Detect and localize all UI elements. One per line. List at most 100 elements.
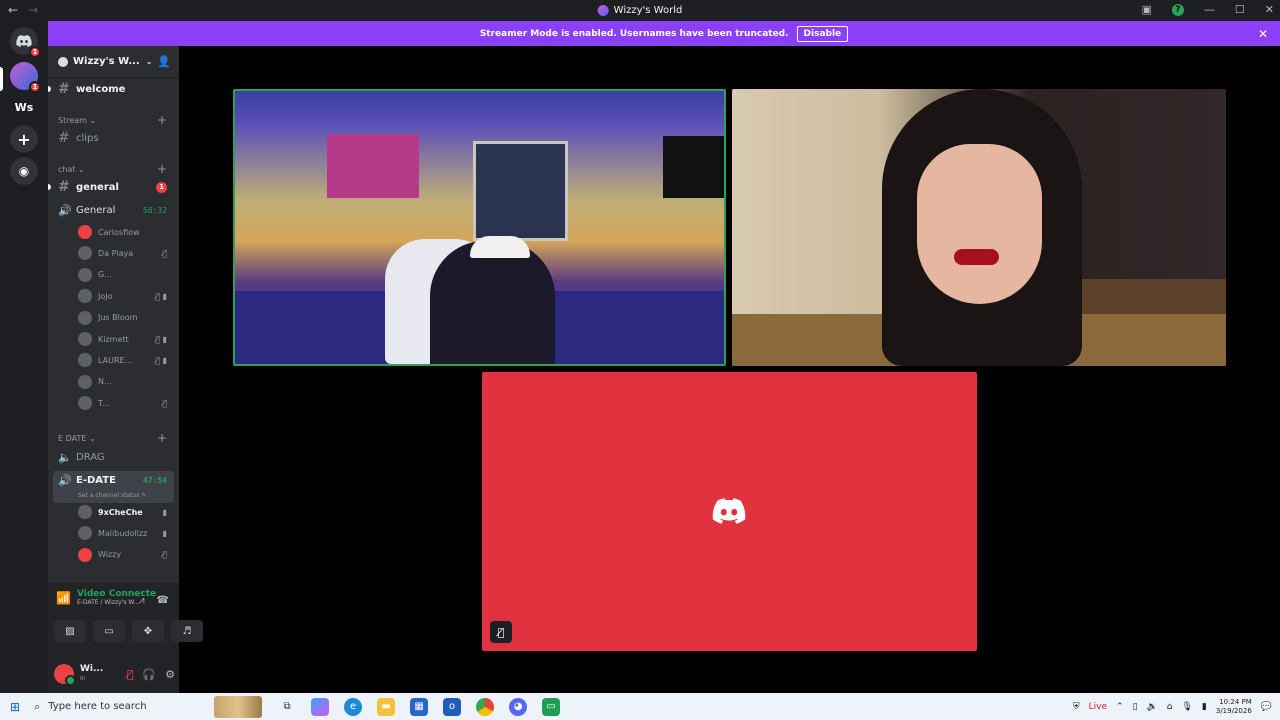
taskbar-search[interactable]: ⌕ Type here to search — [34, 695, 214, 719]
microphone-muted-icon: 🎙̸ — [490, 621, 512, 643]
close-window-icon[interactable]: ✕ — [1265, 3, 1274, 16]
copilot-icon[interactable] — [311, 697, 330, 716]
unread-indicator — [48, 86, 51, 92]
app-icon[interactable]: ▭ — [542, 697, 561, 716]
video-tile-speaking[interactable] — [233, 89, 726, 366]
room-window — [473, 141, 568, 241]
lips — [954, 249, 999, 265]
avatar — [78, 396, 92, 411]
server-icon — [597, 5, 609, 16]
user-status-icons: 🎙̸ — [162, 248, 167, 258]
category-edate[interactable]: E DATE ⌄ + — [48, 431, 179, 445]
notifications-icon[interactable]: 💬 — [1261, 702, 1272, 712]
voice-user-5[interactable]: Jus Bloom — [48, 308, 179, 328]
voice-user-3[interactable]: G... — [48, 265, 179, 285]
microphone-muted-icon[interactable]: 🎙̸ — [127, 668, 134, 681]
server-header[interactable]: Wizzy's W... ⌄ 👤 — [48, 46, 179, 78]
voice-user-1[interactable]: Carlosflow — [48, 222, 179, 242]
voice-channel-general[interactable]: 🔊 General 58:32 — [48, 201, 179, 219]
user-name-block[interactable]: Wi... In — [80, 664, 103, 684]
camera-off-button[interactable]: ▨ — [54, 620, 86, 642]
voice-user-3[interactable]: Wizzy 🎙̸ — [48, 545, 179, 565]
user-status-icons: 🎙̸ ▮ — [155, 334, 167, 344]
invite-people-icon[interactable]: 👤 — [157, 55, 171, 68]
voice-user-2[interactable]: Malibudollzz ▮ — [48, 523, 179, 543]
battery-level-icon[interactable]: ▮ — [1202, 702, 1207, 712]
create-channel-icon[interactable]: + — [157, 162, 167, 176]
windows-start-icon[interactable]: ⊞ — [10, 700, 20, 714]
voice-channel-edate[interactable]: 🔊 E-DATE 47:54 — [48, 471, 179, 489]
chrome-icon[interactable] — [476, 697, 495, 716]
avatar — [78, 246, 92, 261]
category-chat[interactable]: chat ⌄ + — [48, 162, 179, 176]
streamer-mode-banner: Streamer Mode is enabled. Usernames have… — [48, 21, 1280, 46]
voice-channel-drag[interactable]: 🔈 DRAG — [48, 448, 179, 466]
shield-icon[interactable]: ⛨ — [1073, 702, 1080, 712]
voice-panel: 📶 Video Connecte E-DATE / Wizzy's W... ⩘… — [48, 583, 203, 693]
voice-user-9[interactable]: T... 🎙̸ — [48, 393, 179, 413]
close-icon[interactable]: ✕ — [1258, 27, 1268, 41]
discord-taskbar-icon[interactable]: ◕ — [509, 697, 528, 716]
add-server-icon[interactable]: + — [10, 125, 38, 153]
notification-badge: 1 — [29, 81, 41, 93]
help-icon[interactable]: ? — [1171, 3, 1184, 16]
back-icon[interactable]: ← — [8, 3, 18, 17]
user-controls: 🎙̸ 🎧 ⚙ — [127, 668, 175, 681]
maximize-icon[interactable]: ☐ — [1235, 3, 1245, 16]
voice-user-1[interactable]: 9xCheChe ▮ — [48, 502, 179, 522]
edge-icon[interactable]: e — [344, 697, 363, 716]
unread-indicator — [48, 184, 51, 190]
server-wizzys-world[interactable]: 1 — [10, 62, 41, 93]
server-ws[interactable]: Ws — [10, 93, 38, 121]
network-icon[interactable]: ⌂ — [1167, 702, 1173, 712]
discover-icon[interactable]: ◉ — [10, 157, 38, 185]
forward-icon[interactable]: → — [28, 3, 38, 17]
file-explorer-icon[interactable]: ▬ — [377, 697, 396, 716]
video-tile-2[interactable] — [732, 89, 1226, 366]
voice-user-2[interactable]: Da Playa 🎙̸ — [48, 243, 179, 263]
inbox-icon[interactable]: ▣ — [1142, 3, 1152, 16]
chevron-up-icon[interactable]: ⌃ — [1116, 702, 1124, 712]
person — [430, 241, 555, 364]
hash-icon: # — [58, 179, 70, 195]
avatar[interactable] — [54, 664, 76, 686]
category-stream[interactable]: Stream ⌄ + — [48, 113, 179, 127]
discord-home-icon[interactable]: 1 — [10, 27, 41, 58]
face — [917, 144, 1042, 304]
user-status-icons: 🎙̸ ▮ — [155, 291, 167, 301]
activities-button[interactable]: ✥ — [132, 620, 164, 642]
speaker-icon[interactable]: 🔉 — [1147, 702, 1158, 712]
minimize-icon[interactable]: — — [1204, 3, 1215, 16]
channel-welcome[interactable]: # welcome — [48, 80, 179, 98]
tv — [663, 136, 724, 198]
create-channel-icon[interactable]: + — [157, 431, 167, 445]
channel-clips[interactable]: # clips — [48, 129, 179, 147]
signal-icon[interactable]: 📶 — [56, 591, 71, 605]
channel-general-text[interactable]: # general 1 — [48, 178, 179, 196]
disable-button[interactable]: Disable — [796, 25, 849, 42]
screen-share-button[interactable]: ▭ — [93, 620, 125, 642]
voice-action-buttons: ▨ ▭ ✥ ♬ — [54, 620, 203, 642]
voice-user-7[interactable]: LAURE... 🎙̸ ▮ — [48, 350, 179, 370]
hat — [470, 236, 530, 258]
battery-icon[interactable]: ▯ — [1133, 702, 1138, 712]
avatar — [78, 374, 92, 389]
task-view-icon[interactable]: ⧉ — [278, 698, 296, 716]
channel-status[interactable]: Set a channel status ✎ — [78, 492, 146, 499]
gear-icon[interactable]: ⚙ — [165, 668, 175, 681]
store-icon[interactable]: ▦ — [410, 697, 429, 716]
microphone-icon[interactable]: 🎙 — [1181, 702, 1192, 712]
soundboard-button[interactable]: ♬ — [171, 620, 203, 642]
search-highlight-image[interactable] — [214, 695, 263, 718]
clock[interactable]: 10:24 PM 3/19/2026 — [1216, 698, 1252, 716]
video-tile-no-camera[interactable]: 🎙̸ — [482, 372, 977, 651]
voice-user-4[interactable]: JoJo 🎙̸ ▮ — [48, 286, 179, 306]
voice-user-8[interactable]: N... — [48, 372, 179, 392]
create-channel-icon[interactable]: + — [157, 113, 167, 127]
voice-user-6[interactable]: Kizmett 🎙̸ ▮ — [48, 329, 179, 349]
live-indicator[interactable]: Live — [1089, 702, 1107, 712]
noise-suppression-icon[interactable]: ⩘ — [139, 595, 145, 606]
headphones-icon[interactable]: 🎧 — [142, 668, 156, 681]
disconnect-icon[interactable]: ☎ — [157, 595, 169, 606]
outlook-icon[interactable]: o — [443, 697, 462, 716]
